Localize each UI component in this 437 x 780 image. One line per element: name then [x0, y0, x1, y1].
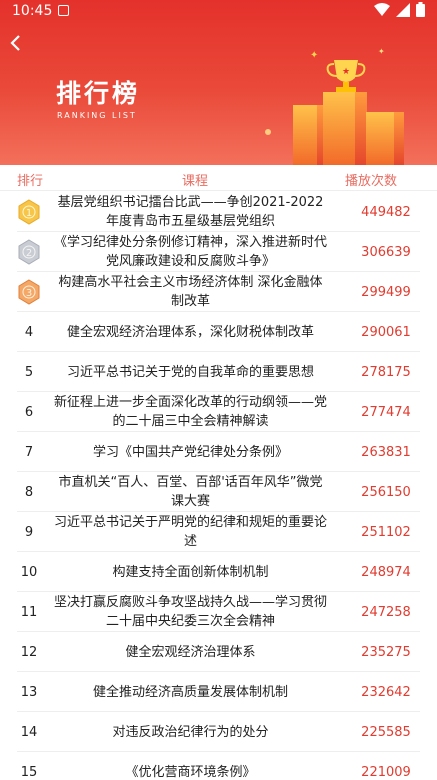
svg-text:★: ★: [342, 67, 350, 77]
table-header: 排行 课程 播放次数: [0, 165, 437, 191]
rank-number: 9: [24, 524, 34, 540]
column-course: 课程: [182, 174, 209, 189]
rank-cell: 5: [17, 352, 41, 392]
bronze-medal-icon: 3: [18, 279, 40, 305]
table-row[interactable]: 7 学习《中国共产党纪律处分条例》 263831: [17, 432, 420, 472]
table-row[interactable]: 6 新征程上进一步全面深化改革的行动纲领——党的二十届三中全会精神解读 277474: [17, 392, 420, 432]
table-row[interactable]: 15 《优化营商环境条例》 221009: [17, 752, 420, 780]
trophy-icon: ★ ✦ ✦: [265, 47, 404, 165]
rank-cell: 13: [17, 672, 41, 712]
table-row[interactable]: 9 习近平总书记关于严明党的纪律和规矩的重要论述 251102: [17, 512, 420, 552]
rank-cell: 10: [17, 552, 41, 592]
notification-icon: [58, 5, 69, 16]
play-count: 299499: [361, 284, 411, 300]
status-time: 10:45: [12, 3, 53, 19]
back-arrow-icon: [10, 35, 20, 51]
course-title[interactable]: 《学习纪律处分条例修订精神，深入推进新时代党风廉政建设和反腐败斗争》: [53, 232, 328, 272]
rank-number: 10: [20, 564, 38, 580]
column-plays: 播放次数: [345, 174, 398, 189]
course-title[interactable]: 习近平总书记关于严明党的纪律和规矩的重要论述: [53, 512, 328, 552]
course-title[interactable]: 习近平总书记关于党的自我革命的重要思想: [53, 352, 328, 392]
table-row[interactable]: 11 坚决打赢反腐败斗争攻坚战持久战——学习贯彻二十届中央纪委三次全会精神 2472…: [17, 592, 420, 632]
page-title: 排行榜: [56, 79, 141, 108]
back-button[interactable]: [8, 34, 30, 56]
course-title[interactable]: 新征程上进一步全面深化改革的行动纲领——党的二十届三中全会精神解读: [53, 392, 328, 432]
rank-cell: 12: [17, 632, 41, 672]
rank-number: 6: [24, 404, 34, 420]
header: 10:45 排行榜 RANKING LIST ★ ✦ ✦: [0, 0, 437, 165]
table-row[interactable]: 12 健全宏观经济治理体系 235275: [17, 632, 420, 672]
table-row[interactable]: 3 构建高水平社会主义市场经济体制 深化金融体制改革 299499: [17, 272, 420, 312]
rank-cell: 2: [17, 232, 41, 272]
table-row[interactable]: 10 构建支持全面创新体制机制 248974: [17, 552, 420, 592]
signal-icon: [396, 2, 410, 17]
battery-icon: [416, 2, 425, 17]
svg-text:✦: ✦: [310, 50, 318, 61]
rank-number: 12: [20, 644, 38, 660]
table-row[interactable]: 8 市直机关“百人、百堂、百部'话百年风华”微党课大赛 256150: [17, 472, 420, 512]
play-count: 256150: [361, 484, 411, 500]
table-row[interactable]: 14 对违反政治纪律行为的处分 225585: [17, 712, 420, 752]
column-rank: 排行: [17, 174, 44, 189]
course-title[interactable]: 坚决打赢反腐败斗争攻坚战持久战——学习贯彻二十届中央纪委三次全会精神: [53, 592, 328, 632]
play-count: 225585: [361, 724, 411, 740]
table-row[interactable]: 4 健全宏观经济治理体系，深化财税体制改革 290061: [17, 312, 420, 352]
gold-medal-icon: 1: [18, 199, 40, 225]
play-count: 263831: [361, 444, 411, 460]
rank-number: 3: [26, 288, 32, 299]
rank-cell: 11: [17, 592, 41, 632]
rank-cell: 7: [17, 432, 41, 472]
course-title[interactable]: 市直机关“百人、百堂、百部'话百年风华”微党课大赛: [53, 472, 328, 512]
course-title[interactable]: 健全宏观经济治理体系，深化财税体制改革: [53, 312, 328, 352]
play-count: 251102: [361, 524, 411, 540]
rank-number: 2: [26, 248, 32, 259]
silver-medal-icon: 2: [18, 239, 40, 265]
ranking-list: 1 基层党组织书记擂台比武——争创2021-2022年度青岛市五星级基层党组织 44…: [0, 192, 437, 780]
wifi-icon: [374, 2, 390, 16]
play-count: 221009: [361, 764, 411, 780]
table-row[interactable]: 5 习近平总书记关于党的自我革命的重要思想 278175: [17, 352, 420, 392]
rank-cell: 1: [17, 192, 41, 232]
rank-cell: 8: [17, 472, 41, 512]
course-title[interactable]: 对违反政治纪律行为的处分: [53, 712, 328, 752]
play-count: 248974: [361, 564, 411, 580]
course-title[interactable]: 学习《中国共产党纪律处分条例》: [53, 432, 328, 472]
course-title[interactable]: 基层党组织书记擂台比武——争创2021-2022年度青岛市五星级基层党组织: [53, 192, 328, 232]
rank-number: 11: [20, 604, 38, 620]
course-title[interactable]: 健全宏观经济治理体系: [53, 632, 328, 672]
rank-cell: 6: [17, 392, 41, 432]
play-count: 277474: [361, 404, 411, 420]
rank-number: 15: [20, 764, 38, 780]
rank-number: 1: [26, 208, 32, 219]
play-count: 247258: [361, 604, 411, 620]
status-bar: 10:45: [0, 0, 437, 24]
rank-number: 8: [24, 484, 34, 500]
play-count: 306639: [361, 244, 411, 260]
table-row[interactable]: 13 健全推动经济高质量发展体制机制 232642: [17, 672, 420, 712]
play-count: 235275: [361, 644, 411, 660]
rank-number: 13: [20, 684, 38, 700]
play-count: 449482: [361, 204, 411, 220]
page-subtitle: RANKING LIST: [57, 111, 137, 120]
rank-number: 4: [24, 324, 34, 340]
course-title[interactable]: 健全推动经济高质量发展体制机制: [53, 672, 328, 712]
course-title[interactable]: 构建支持全面创新体制机制: [53, 552, 328, 592]
rank-number: 14: [20, 724, 38, 740]
play-count: 232642: [361, 684, 411, 700]
rank-cell: 4: [17, 312, 41, 352]
course-title[interactable]: 《优化营商环境条例》: [53, 752, 328, 780]
rank-cell: 14: [17, 712, 41, 752]
rank-cell: 15: [17, 752, 41, 780]
status-icons: [374, 2, 425, 17]
course-title[interactable]: 构建高水平社会主义市场经济体制 深化金融体制改革: [53, 272, 328, 312]
rank-number: 5: [24, 364, 34, 380]
rank-cell: 9: [17, 512, 41, 552]
table-row[interactable]: 2 《学习纪律处分条例修订精神，深入推进新时代党风廉政建设和反腐败斗争》 30663…: [17, 232, 420, 272]
play-count: 290061: [361, 324, 411, 340]
rank-number: 7: [24, 444, 34, 460]
play-count: 278175: [361, 364, 411, 380]
rank-cell: 3: [17, 272, 41, 312]
table-row[interactable]: 1 基层党组织书记擂台比武——争创2021-2022年度青岛市五星级基层党组织 44…: [17, 192, 420, 232]
svg-text:✦: ✦: [378, 47, 385, 56]
